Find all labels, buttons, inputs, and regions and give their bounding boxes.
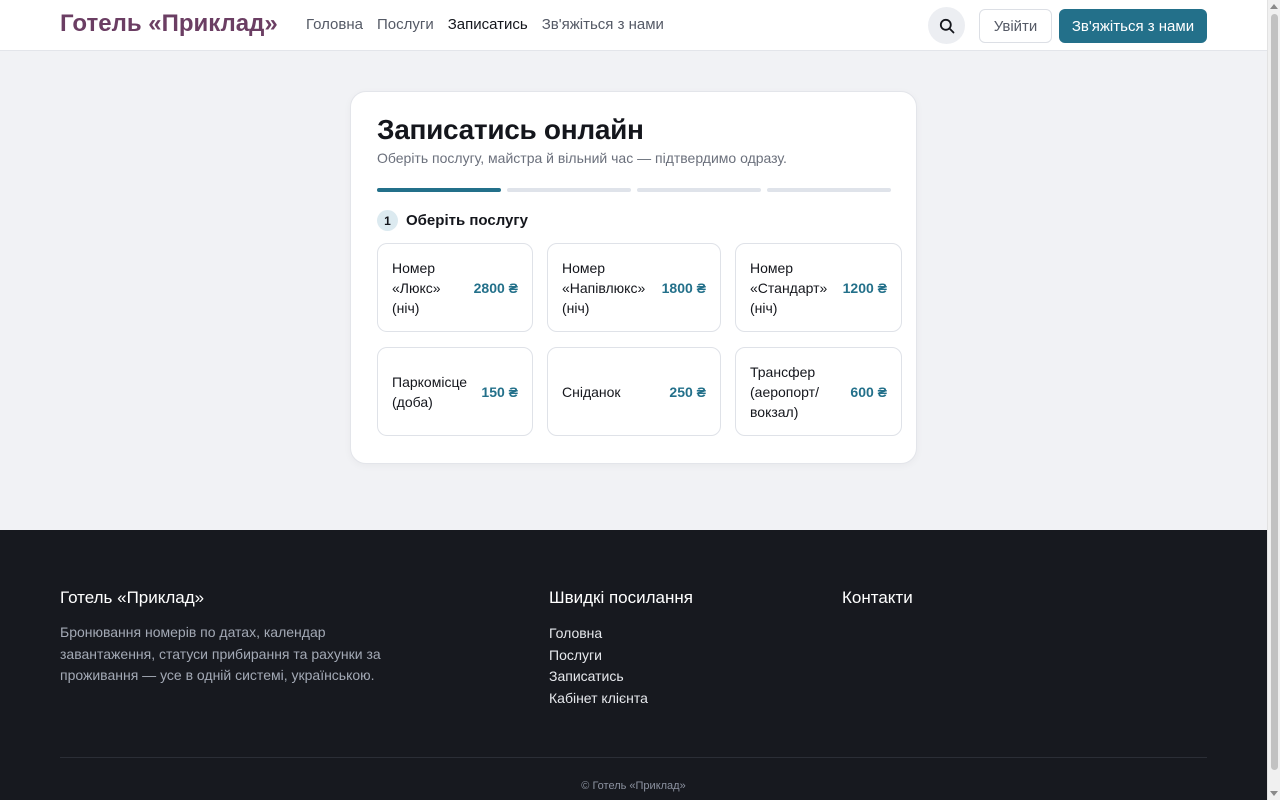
service-name: Паркомісце (доба) — [392, 373, 468, 410]
step-progress — [377, 188, 891, 192]
step-number-badge: 1 — [377, 210, 398, 231]
service-name: Сніданок — [562, 383, 621, 400]
service-name: Номер «Напівлюкс» (ніч) — [562, 259, 646, 316]
page-scrollbar[interactable] — [1267, 0, 1280, 800]
page-title: Записатись онлайн — [377, 114, 644, 145]
service-option-parking[interactable]: Паркомісце (доба) 150 ₴ — [377, 347, 533, 436]
site-footer: Готель «Приклад» Бронювання номерів по д… — [0, 530, 1267, 800]
main-nav: Головна Послуги Записатись Зв'яжіться з … — [306, 16, 664, 33]
search-icon — [939, 18, 954, 33]
service-price: 250 ₴ — [669, 383, 706, 400]
service-price: 1200 ₴ — [842, 279, 887, 296]
scroll-down-icon[interactable] — [1270, 791, 1278, 796]
footer-link-services[interactable]: Послуги — [549, 645, 648, 667]
service-name: Номер «Люкс» (ніч) — [392, 259, 441, 316]
footer-about-title: Готель «Приклад» — [60, 588, 205, 607]
login-button[interactable]: Увійти — [979, 9, 1052, 43]
nav-item-book[interactable]: Записатись — [448, 16, 528, 33]
progress-segment-4 — [767, 188, 891, 192]
service-option-standard[interactable]: Номер «Стандарт» (ніч) 1200 ₴ — [735, 243, 902, 332]
step-label: Оберіть послугу — [406, 212, 528, 229]
service-name: Трансфер (аеропорт/вокзал) — [750, 363, 819, 420]
brand-logo[interactable]: Готель «Приклад» — [60, 10, 278, 38]
service-price: 600 ₴ — [850, 383, 887, 400]
step-heading: 1 Оберіть послугу — [377, 210, 528, 231]
service-option-breakfast[interactable]: Сніданок 250 ₴ — [547, 347, 721, 436]
contact-button[interactable]: Зв'яжіться з нами — [1059, 9, 1207, 43]
page-subtitle: Оберіть послугу, майстра й вільний час —… — [377, 150, 787, 166]
footer-link-cabinet[interactable]: Кабінет клієнта — [549, 688, 648, 710]
nav-item-services[interactable]: Послуги — [377, 16, 434, 33]
service-option-lux[interactable]: Номер «Люкс» (ніч) 2800 ₴ — [377, 243, 533, 332]
progress-segment-3 — [637, 188, 761, 192]
footer-link-home[interactable]: Головна — [549, 623, 648, 645]
footer-copyright: © Готель «Приклад» — [581, 780, 686, 792]
footer-contacts-title: Контакти — [842, 588, 913, 607]
progress-segment-2 — [507, 188, 631, 192]
scroll-up-icon[interactable] — [1270, 4, 1278, 9]
progress-segment-1 — [377, 188, 501, 192]
service-price: 2800 ₴ — [473, 279, 518, 296]
scrollbar-thumb[interactable] — [1271, 14, 1278, 770]
nav-item-contact[interactable]: Зв'яжіться з нами — [542, 16, 664, 33]
nav-item-home[interactable]: Головна — [306, 16, 363, 33]
search-button[interactable] — [928, 7, 965, 44]
footer-divider — [60, 757, 1207, 758]
booking-card: Записатись онлайн Оберіть послугу, майст… — [350, 91, 917, 464]
footer-about-text: Бронювання номерів по датах, календар за… — [60, 624, 381, 683]
service-option-transfer[interactable]: Трансфер (аеропорт/вокзал) 600 ₴ — [735, 347, 902, 436]
service-price: 150 ₴ — [481, 383, 518, 400]
footer-links-title: Швидкі посилання — [549, 588, 693, 607]
service-name: Номер «Стандарт» (ніч) — [750, 259, 828, 316]
service-option-semilux[interactable]: Номер «Напівлюкс» (ніч) 1800 ₴ — [547, 243, 721, 332]
service-price: 1800 ₴ — [661, 279, 706, 296]
page: Готель «Приклад» Головна Послуги Записат… — [0, 0, 1267, 800]
footer-links: Головна Послуги Записатись Кабінет клієн… — [549, 623, 648, 709]
top-header: Готель «Приклад» Головна Послуги Записат… — [0, 0, 1267, 51]
footer-link-book[interactable]: Записатись — [549, 666, 648, 688]
